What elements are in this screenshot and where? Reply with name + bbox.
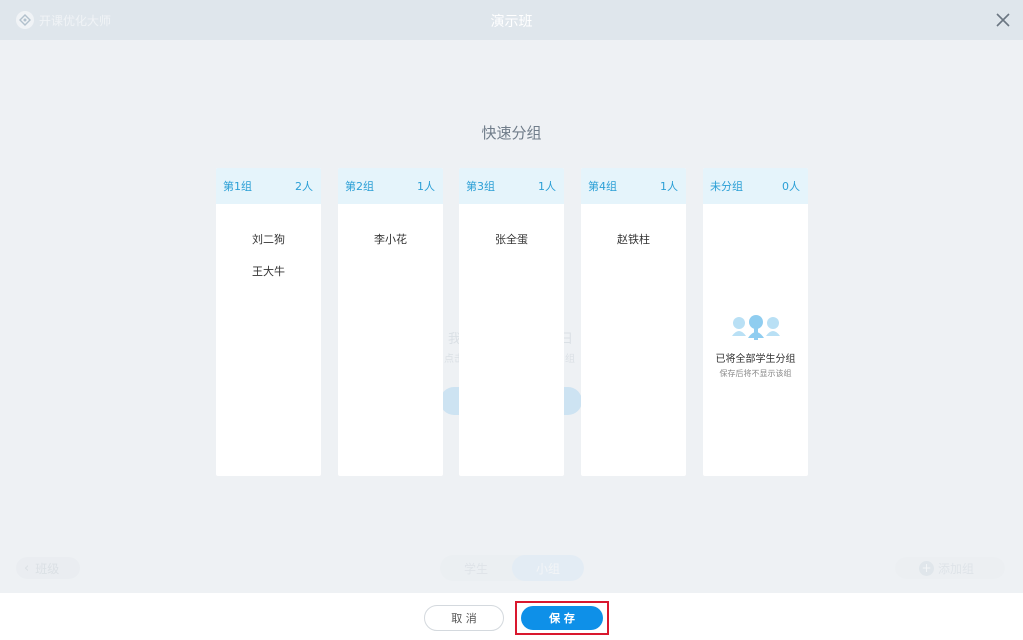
group-header: 第1组 2人: [216, 168, 321, 204]
save-highlight-frame: 保 存: [515, 601, 609, 635]
background-toggle-groups: 小组: [512, 555, 584, 581]
empty-state-subtitle: 保存后将不显示该组: [719, 369, 792, 378]
background-add-group-label: 添加组: [938, 561, 975, 576]
group-name: 第1组: [223, 180, 252, 193]
member-list: 张全蛋: [459, 204, 564, 256]
group-header: 第2组 1人: [338, 168, 443, 204]
save-button[interactable]: 保 存: [521, 606, 603, 630]
group-card[interactable]: 第3组 1人 张全蛋: [459, 168, 564, 476]
background-prev-button: ‹ 班级: [16, 557, 80, 579]
member-item[interactable]: 赵铁柱: [581, 224, 686, 256]
group-count: 1人: [660, 180, 678, 193]
group-name: 未分组: [710, 180, 743, 193]
member-list: 刘二狗 王大牛: [216, 204, 321, 288]
group-board: 第1组 2人 刘二狗 王大牛 第2组 1人 李小花 第3组 1人 张全蛋 第4组…: [216, 168, 808, 476]
member-item[interactable]: 刘二狗: [216, 224, 321, 256]
title-bar: 开课优化大师 演示班: [0, 0, 1023, 40]
group-name: 第4组: [588, 180, 617, 193]
group-card[interactable]: 第1组 2人 刘二狗 王大牛: [216, 168, 321, 476]
member-list: 赵铁柱: [581, 204, 686, 256]
background-toggle-students: 学生: [463, 561, 488, 576]
group-card[interactable]: 第2组 1人 李小花: [338, 168, 443, 476]
group-header: 第4组 1人: [581, 168, 686, 204]
group-header: 第3组 1人: [459, 168, 564, 204]
group-count: 0人: [782, 180, 800, 193]
background-view-toggle: 学生 小组: [440, 555, 584, 581]
empty-state: 已将全部学生分组 保存后将不显示该组: [703, 314, 808, 379]
plus-icon: +: [919, 560, 934, 576]
chevron-left-icon: ‹: [24, 560, 30, 576]
group-card[interactable]: 第4组 1人 赵铁柱: [581, 168, 686, 476]
window-title: 演示班: [490, 14, 533, 30]
group-name: 第3组: [466, 180, 495, 193]
action-bar: 取 消 保 存: [0, 593, 1023, 640]
group-header: 未分组 0人: [703, 168, 808, 204]
member-item[interactable]: 李小花: [338, 224, 443, 256]
close-icon: [996, 13, 1010, 27]
background-prev-label: 班级: [35, 561, 60, 576]
people-group-icon: [703, 314, 808, 346]
cancel-button[interactable]: 取 消: [424, 605, 504, 631]
panel-title: 快速分组: [481, 124, 542, 142]
group-count: 1人: [417, 180, 435, 193]
empty-state-title: 已将全部学生分组: [715, 354, 796, 365]
group-name: 第2组: [345, 180, 374, 193]
member-item[interactable]: 张全蛋: [459, 224, 564, 256]
close-button[interactable]: [991, 8, 1015, 32]
member-list: 李小花: [338, 204, 443, 256]
ungrouped-card[interactable]: 未分组 0人 已将全部学生分组 保存后将不显示该组: [703, 168, 808, 476]
group-count: 1人: [538, 180, 556, 193]
group-count: 2人: [295, 180, 313, 193]
background-add-group-button: + 添加组: [895, 557, 1005, 579]
member-item[interactable]: 王大牛: [216, 256, 321, 288]
